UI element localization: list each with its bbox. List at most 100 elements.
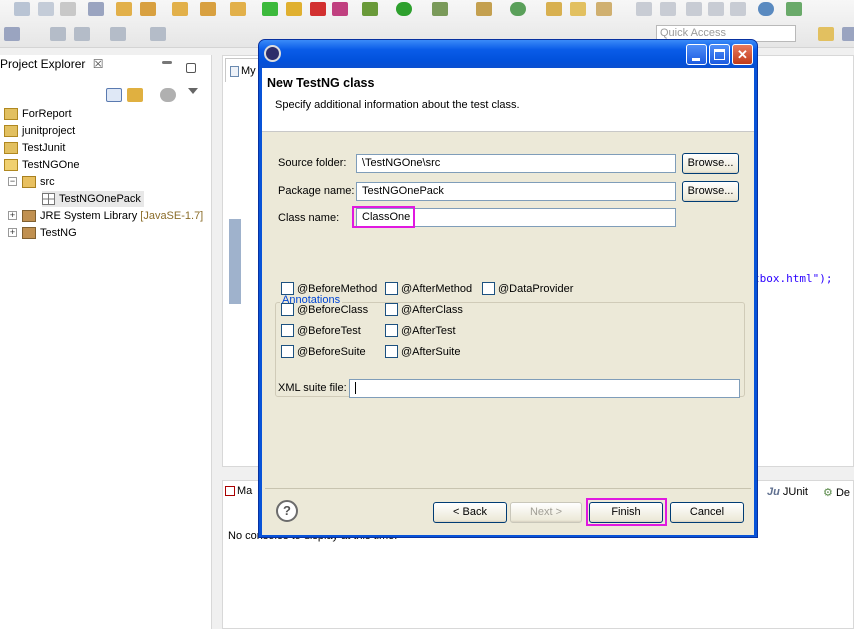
tree-item-junitproject[interactable]: junitproject — [4, 123, 75, 139]
package-name-browse-button[interactable]: Browse... — [682, 181, 739, 202]
after-class-checkbox[interactable] — [385, 303, 398, 316]
save-all-icon[interactable] — [38, 2, 54, 16]
collapse-src-icon[interactable]: − — [8, 177, 17, 186]
before-suite-checkbox[interactable] — [281, 345, 294, 358]
expand-jre-icon[interactable]: + — [8, 211, 17, 220]
run-icon[interactable] — [396, 2, 412, 16]
next-button[interactable]: Next > — [510, 502, 582, 523]
package-name-label: Package name: — [278, 185, 355, 197]
close-tab-icon[interactable]: ☒ — [93, 57, 104, 71]
tree-item-label: TestNGOnePack — [59, 193, 141, 205]
xml-suite-field[interactable] — [349, 379, 740, 398]
maximize-icon — [714, 49, 725, 60]
last-edit-icon[interactable] — [150, 27, 166, 41]
new-class-icon[interactable] — [510, 2, 526, 16]
tree-item-src[interactable]: src — [22, 174, 55, 190]
console-tab[interactable]: Ma — [225, 485, 252, 497]
forward-icon[interactable] — [786, 2, 802, 16]
after-class-label: @AfterClass — [401, 304, 463, 316]
step-filter-icon[interactable] — [230, 2, 246, 16]
dialog-title-bar[interactable]: ✕ — [259, 40, 757, 68]
gear-icon: ⚙ — [823, 487, 833, 499]
resume-icon[interactable] — [262, 2, 278, 16]
close-button[interactable]: ✕ — [732, 44, 753, 65]
tree-item-forreport[interactable]: ForReport — [4, 106, 72, 122]
save-icon[interactable] — [14, 2, 30, 16]
minimize-view-icon[interactable] — [162, 61, 172, 64]
expand-testng-icon[interactable]: + — [8, 228, 17, 237]
editor-tab-label: My — [241, 65, 256, 77]
step-over-icon[interactable] — [140, 2, 156, 16]
after-suite-label: @AfterSuite — [401, 346, 461, 358]
before-test-label: @BeforeTest — [297, 325, 361, 337]
terminate-icon[interactable] — [310, 2, 326, 16]
new-testng-class-dialog: ✕ New TestNG class Specify additional in… — [258, 39, 758, 538]
maximize-button[interactable] — [709, 44, 730, 65]
console-tab-label: Ma — [237, 485, 253, 497]
dialog-header-title: New TestNG class — [267, 76, 375, 90]
tree-item-label: JRE System Library — [40, 210, 138, 222]
annotation-icon[interactable] — [636, 2, 652, 16]
chevron-down-icon[interactable] — [188, 88, 198, 94]
globe-icon[interactable] — [758, 2, 774, 16]
help-button[interactable]: ? — [276, 500, 298, 522]
junit-tab[interactable]: Ju JUnit — [767, 486, 808, 498]
forward-arrow-icon[interactable] — [110, 27, 126, 41]
cancel-button[interactable]: Cancel — [670, 502, 744, 523]
skip-breakpoints-icon[interactable] — [88, 2, 104, 16]
open-perspective-icon[interactable] — [818, 27, 834, 41]
view-menu-icon[interactable] — [160, 88, 176, 102]
after-method-checkbox[interactable] — [385, 282, 398, 295]
open-folder-icon[interactable] — [570, 2, 586, 16]
drop-frame-icon[interactable] — [200, 2, 216, 16]
back-button[interactable]: < Back — [433, 502, 507, 523]
tree-item-jre-library[interactable]: JRE System Library [JavaSE-1.7] — [22, 208, 203, 224]
library-icon — [22, 210, 36, 223]
data-provider-label: @DataProvider — [498, 283, 574, 295]
tree-item-testngone[interactable]: TestNGOne — [4, 157, 79, 173]
data-provider-checkbox[interactable] — [482, 282, 495, 295]
step-icon[interactable] — [116, 2, 132, 16]
debug-icon[interactable] — [362, 2, 378, 16]
pin-icon[interactable] — [660, 2, 676, 16]
link-with-editor-icon[interactable] — [127, 88, 143, 102]
before-class-checkbox[interactable] — [281, 303, 294, 316]
link-icon[interactable] — [730, 2, 746, 16]
after-test-checkbox[interactable] — [385, 324, 398, 337]
declaration-tab[interactable]: ⚙ De — [823, 486, 850, 499]
nav-back-icon[interactable] — [686, 2, 702, 16]
tree-item-testng[interactable]: TestNG — [22, 225, 77, 241]
new-java-project-icon[interactable] — [476, 2, 492, 16]
source-folder-field[interactable]: \TestNGOne\src — [356, 154, 676, 173]
project-folder-icon — [4, 142, 18, 155]
step-return-icon[interactable] — [172, 2, 188, 16]
source-folder-label: Source folder: — [278, 157, 347, 169]
tree-item-testjunit[interactable]: TestJunit — [4, 140, 65, 156]
package-name-field[interactable]: TestNGOnePack — [356, 182, 676, 201]
tree-item-suffix: [JavaSE-1.7] — [140, 210, 204, 222]
after-suite-checkbox[interactable] — [385, 345, 398, 358]
collapse-all-icon[interactable] — [106, 88, 122, 102]
disconnect-icon[interactable] — [332, 2, 348, 16]
external-tools-icon[interactable] — [432, 2, 448, 16]
print-icon[interactable] — [60, 2, 76, 16]
back-history-icon[interactable] — [74, 27, 90, 41]
project-explorer-tab[interactable]: Project Explorer ☒ — [0, 57, 103, 71]
before-test-checkbox[interactable] — [281, 324, 294, 337]
open-type-icon[interactable] — [546, 2, 562, 16]
java-perspective-icon[interactable] — [842, 27, 854, 41]
help-icon: ? — [283, 503, 291, 518]
tree-item-testngonepack[interactable]: TestNGOnePack — [42, 191, 144, 207]
doc-icon[interactable] — [708, 2, 724, 16]
suspend-icon[interactable] — [286, 2, 302, 16]
minimize-button[interactable] — [686, 44, 707, 65]
finish-highlight — [586, 498, 667, 526]
back-arrow-icon[interactable] — [50, 27, 66, 41]
outdent-icon[interactable] — [4, 27, 20, 41]
dialog-header: New TestNG class Specify additional info… — [262, 68, 754, 132]
maximize-view-icon[interactable] — [186, 63, 196, 73]
minimize-icon — [692, 58, 700, 61]
source-folder-browse-button[interactable]: Browse... — [682, 153, 739, 174]
edit-icon[interactable] — [596, 2, 612, 16]
before-method-checkbox[interactable] — [281, 282, 294, 295]
